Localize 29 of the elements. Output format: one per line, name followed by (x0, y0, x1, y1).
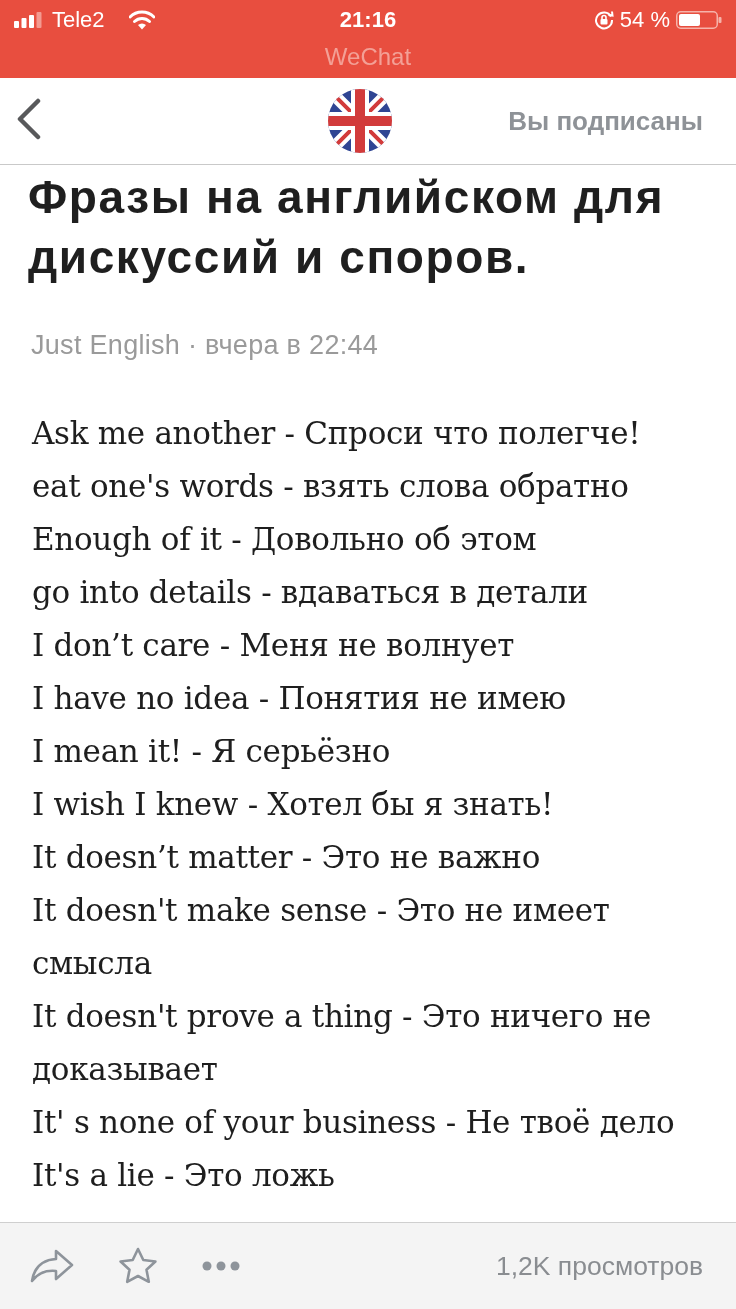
phrase-line: It doesn’t matter - Это не важно (32, 838, 541, 877)
signal-icon (14, 12, 42, 28)
wifi-icon (128, 10, 155, 30)
views-count: 1,2K просмотров (495, 1250, 703, 1282)
back-icon[interactable] (16, 98, 42, 140)
phrase-line: eat one's words - взять слова обратно (32, 467, 630, 506)
phrase-line: go into details - вдаваться в детали (32, 573, 589, 612)
star-icon[interactable] (118, 1247, 158, 1285)
phrase-line: I mean it! - Я серьёзно (32, 732, 392, 771)
more-icon[interactable] (202, 1261, 240, 1271)
phrase-line: It' s none of your business - Не твоё дело (32, 1103, 676, 1142)
share-icon[interactable] (30, 1249, 74, 1283)
rotation-lock-icon (593, 10, 614, 30)
carrier-name: Tele2 (52, 7, 105, 33)
phrase-line: Enough of it - Довольно об этом (32, 520, 538, 559)
phrase-line: It doesn't prove a thing - Это ничего не доказывает (32, 997, 653, 1089)
phrase-line: I don’t care - Меня не волнует (32, 626, 516, 665)
clock-time: 21:16 (339, 7, 397, 33)
phrase-line: It doesn't make sense - Это не имеет смысла (32, 891, 611, 983)
battery-icon (676, 11, 722, 29)
app-name: WeChat (324, 42, 412, 72)
article-title: Фразы на английском для дискуссий и споров. (28, 170, 666, 285)
article-meta: Just English · вчера в 22:44 (30, 329, 380, 361)
phrase-line: Ask me another - Спроси что полегче! (32, 414, 642, 453)
phrase-line: It's a lie - Это ложь (32, 1156, 336, 1195)
phrase-line: I wish I knew - Хотел бы я знать! (32, 785, 555, 824)
phrase-line: I have no idea - Понятия не имею (32, 679, 568, 718)
subscribed-status[interactable]: Вы подписаны (508, 105, 703, 137)
battery-percent: 54 % (619, 7, 670, 33)
